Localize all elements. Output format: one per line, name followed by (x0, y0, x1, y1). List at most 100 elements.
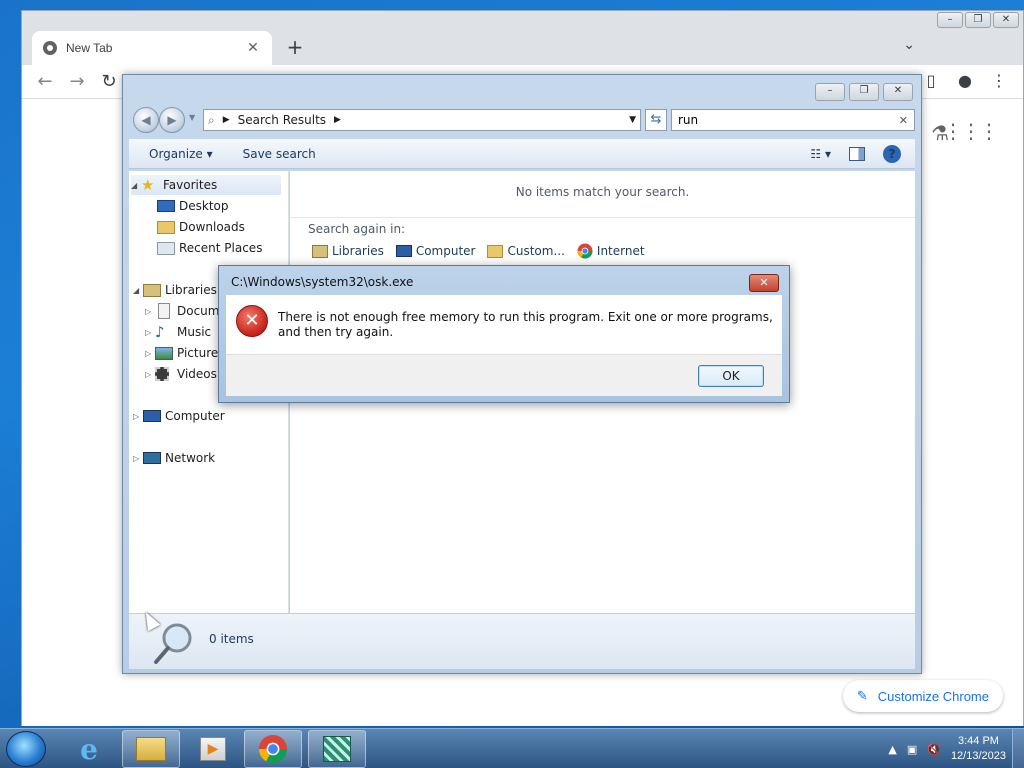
divider (290, 217, 915, 218)
system-tray: ▲ ▣ 🔇 3:44 PM 12/13/2023 (888, 729, 1024, 768)
forward-arrow-icon[interactable]: → (66, 71, 88, 92)
tree-item-desktop[interactable]: Desktop (157, 196, 229, 216)
search-input[interactable] (678, 113, 899, 127)
tree-item-computer[interactable]: ▷ Computer (133, 406, 225, 426)
command-bar: Organize ▾ Save search ☷ ▾ ? (129, 139, 915, 169)
internet-explorer-icon[interactable]: e (60, 730, 118, 768)
organize-button[interactable]: Organize ▾ (149, 147, 213, 161)
libraries-label: Libraries (165, 283, 217, 297)
chrome-minimize-button[interactable]: – (937, 12, 963, 28)
save-search-button[interactable]: Save search (243, 147, 316, 161)
tree-item-videos[interactable]: ▷ Videos (145, 364, 217, 384)
music-note-icon: ♪ (155, 323, 165, 341)
start-button[interactable] (6, 731, 46, 767)
tree-item-downloads[interactable]: Downloads (157, 217, 245, 237)
menu-kebab-icon[interactable]: ⋮ (989, 71, 1009, 90)
recent-pages-dropdown-icon[interactable]: ▼ (189, 113, 195, 122)
pictures-icon (155, 346, 173, 360)
help-icon[interactable]: ? (883, 145, 901, 163)
customize-chrome-label: Customize Chrome (877, 688, 989, 704)
tree-item-recent-places[interactable]: Recent Places (157, 238, 262, 258)
clock-date: 12/13/2023 (950, 750, 1006, 762)
explorer-minimize-button[interactable]: – (815, 83, 845, 101)
side-panel-icon[interactable]: ▯ (921, 71, 941, 90)
dialog-title: C:\Windows\system32\osk.exe (231, 275, 414, 289)
breadcrumb-separator-icon[interactable]: ▶ (223, 115, 230, 125)
chrome-tab-new-tab[interactable]: New Tab ✕ (32, 31, 272, 65)
computer-icon (395, 245, 412, 257)
customize-chrome-button[interactable]: ✎ Customize Chrome (842, 680, 1003, 712)
chrome-window-controls: – ❐ ✕ (937, 12, 1019, 28)
reload-icon[interactable]: ↻ (98, 71, 120, 92)
osk-keyboard-icon[interactable] (308, 730, 366, 768)
new-tab-button[interactable]: + (284, 35, 306, 59)
music-label: Music (177, 325, 212, 339)
chrome-taskbar-icon[interactable] (244, 730, 302, 768)
search-again-internet[interactable]: Internet (577, 243, 645, 259)
chrome-close-button[interactable]: ✕ (993, 12, 1019, 28)
details-pane: 0 items (129, 613, 915, 669)
network-label: Network (165, 451, 216, 465)
favorites-label: Favorites (163, 178, 218, 192)
address-dropdown-icon[interactable]: ▼ (629, 115, 636, 125)
network-tray-icon[interactable]: ▣ (907, 743, 917, 756)
documents-icon (158, 303, 170, 319)
custom-folder-icon (487, 244, 504, 258)
recent-places-icon (157, 241, 175, 255)
tree-item-documents[interactable]: ▷ Docum (145, 301, 219, 321)
tree-item-libraries[interactable]: ◢ Libraries (133, 280, 217, 300)
tree-item-pictures[interactable]: ▷ Picture (145, 343, 218, 363)
tree-item-network[interactable]: ▷ Network (133, 448, 215, 468)
expand-icon[interactable]: ▷ (145, 349, 155, 358)
tree-item-favorites[interactable]: ◢ ★ Favorites (131, 175, 281, 195)
apps-grid-icon[interactable]: ⋮⋮⋮ (943, 119, 999, 143)
location-label: Internet (596, 244, 645, 258)
breadcrumb-separator-icon[interactable]: ▶ (334, 115, 341, 125)
dialog-close-button[interactable]: ✕ (749, 274, 779, 292)
forward-button[interactable]: ▶ (159, 107, 185, 133)
explorer-maximize-button[interactable]: ❐ (849, 83, 879, 101)
volume-muted-icon[interactable]: 🔇 (927, 743, 941, 756)
search-again-libraries[interactable]: Libraries (312, 243, 384, 259)
location-label: Computer (415, 244, 476, 258)
windows-explorer-icon[interactable] (122, 730, 180, 768)
organize-label: Organize (149, 146, 203, 161)
clear-search-icon[interactable]: ✕ (899, 114, 908, 127)
search-again-computer[interactable]: Computer (395, 243, 476, 259)
videos-label: Videos (177, 367, 217, 381)
videos-film-icon (155, 367, 169, 381)
media-player-icon[interactable]: ▶ (184, 730, 242, 768)
show-desktop-button[interactable] (1012, 729, 1024, 768)
show-hidden-icons-icon[interactable]: ▲ (888, 743, 896, 756)
expand-icon[interactable]: ▷ (133, 412, 143, 421)
clock[interactable]: 3:44 PM 12/13/2023 (951, 734, 1006, 764)
expand-icon[interactable]: ▷ (133, 454, 143, 463)
preview-pane-icon[interactable] (849, 147, 865, 161)
collapse-icon[interactable]: ◢ (133, 286, 143, 295)
collapse-icon[interactable]: ◢ (131, 181, 141, 190)
expand-icon[interactable]: ▷ (145, 307, 155, 316)
tree-item-music[interactable]: ▷ ♪ Music (145, 322, 211, 342)
expand-icon[interactable]: ▷ (145, 328, 155, 337)
search-box[interactable]: ✕ (671, 109, 915, 131)
back-arrow-icon[interactable]: ← (34, 71, 56, 92)
libraries-icon (143, 283, 161, 297)
tab-search-chevron-icon[interactable]: ⌄ (903, 37, 915, 53)
explorer-close-button[interactable]: ✕ (883, 83, 913, 101)
profile-icon[interactable]: ● (955, 71, 975, 90)
search-again-custom[interactable]: Custom... (487, 243, 565, 259)
clock-time: 3:44 PM (957, 735, 999, 747)
expand-icon[interactable]: ▷ (145, 370, 155, 379)
change-view-icon[interactable]: ☷ ▾ (810, 147, 831, 161)
back-button[interactable]: ◀ (133, 107, 159, 133)
refresh-button[interactable]: ⇆ (645, 109, 667, 131)
chrome-toolbar-right: ▯ ● ⋮ (921, 71, 1009, 90)
tab-close-icon[interactable]: ✕ (244, 40, 262, 56)
ok-button[interactable]: OK (698, 365, 764, 387)
breadcrumb-search-results[interactable]: Search Results (238, 113, 326, 127)
address-bar[interactable]: ⌕ ▶ Search Results ▶ ▼ (203, 109, 641, 131)
taskbar: e ▶ ▲ ▣ 🔇 3:44 PM 12/13/2023 (0, 728, 1024, 768)
dialog-footer: OK (226, 354, 782, 396)
network-icon (143, 452, 161, 464)
chrome-restore-button[interactable]: ❐ (965, 12, 991, 28)
